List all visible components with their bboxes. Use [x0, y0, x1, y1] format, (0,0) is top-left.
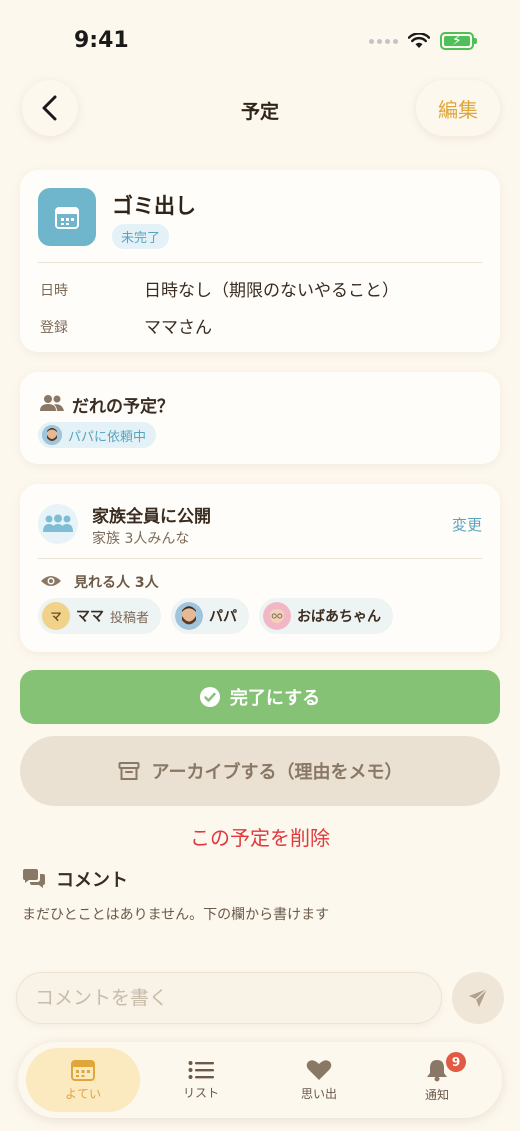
send-icon	[469, 988, 488, 1007]
notification-badge: 9	[446, 1052, 466, 1072]
task-card: ゴミ出し 未完了 日時 日時なし（期限のないやること） 登録 ママさん	[20, 170, 500, 352]
papa-avatar	[175, 602, 204, 630]
heart-icon	[306, 1059, 332, 1080]
registered-label: 登録	[40, 320, 68, 336]
viewer-role: 投稿者	[110, 610, 150, 626]
calendar-icon	[71, 1059, 95, 1081]
archive-box-icon	[118, 762, 140, 780]
complete-button[interactable]: 完了にする	[20, 670, 500, 724]
delete-button[interactable]: この予定を削除	[0, 822, 520, 851]
people-icon	[40, 395, 64, 411]
registered-value: ママさん	[144, 318, 212, 338]
share-subtitle: 家族 3人みんな	[92, 531, 190, 547]
whose-card[interactable]: だれの予定？ パパに依頼中	[20, 372, 500, 464]
assignee-label: パパに依頼中	[68, 429, 147, 445]
status-time: 9:41	[74, 28, 129, 53]
datetime-value: 日時なし（期限のないやること）	[144, 281, 399, 301]
list-icon	[188, 1060, 214, 1079]
viewer-name: おばあちゃん	[297, 609, 382, 625]
tab-memories[interactable]: 思い出	[262, 1048, 376, 1112]
tab-label: 通知	[424, 1087, 449, 1102]
viewer-chips: マ ママ 投稿者 パパ おばあちゃん	[38, 598, 394, 634]
tab-label: よてい	[64, 1086, 101, 1101]
tab-label: 思い出	[300, 1086, 337, 1101]
check-circle-icon	[199, 687, 220, 707]
status-icons: ⚡	[369, 32, 477, 50]
eye-icon	[41, 576, 61, 586]
assignee-badge[interactable]: パパに依頼中	[38, 422, 157, 448]
tab-bar: よてい リスト 思い出 通知 9	[18, 1042, 502, 1118]
viewer-chip-papa: パパ	[171, 598, 250, 634]
grandma-avatar	[263, 602, 292, 630]
signal-icon	[369, 38, 398, 44]
papa-avatar	[42, 425, 62, 445]
whose-title: だれの予定？	[72, 397, 174, 417]
divider	[38, 262, 482, 263]
viewer-chip-grandma: おばあちゃん	[259, 598, 394, 634]
tab-list[interactable]: リスト	[144, 1048, 258, 1112]
datetime-label: 日時	[40, 283, 68, 299]
viewer-name: パパ	[209, 609, 238, 625]
comment-heading: コメント	[22, 866, 128, 892]
viewer-chip-mama: マ ママ 投稿者	[38, 598, 162, 634]
comment-heading-label: コメント	[56, 870, 128, 891]
tab-notifications[interactable]: 通知 9	[380, 1048, 494, 1112]
mama-avatar: マ	[42, 602, 70, 630]
change-visibility-link[interactable]: 変更	[452, 514, 482, 535]
tab-schedule[interactable]: よてい	[26, 1048, 140, 1112]
calendar-icon	[38, 188, 96, 246]
status-badge: 未完了	[112, 224, 170, 249]
send-button[interactable]	[452, 972, 504, 1024]
share-card: 家族全員に公開 家族 3人みんな 変更 見れる人 3人 マ ママ 投稿者 パパ	[20, 484, 500, 652]
battery-icon: ⚡	[440, 32, 477, 50]
family-icon	[38, 504, 78, 544]
edit-button[interactable]: 編集	[416, 80, 500, 136]
share-title: 家族全員に公開	[92, 507, 211, 527]
tab-label: リスト	[182, 1085, 219, 1100]
viewer-name: ママ	[76, 609, 104, 625]
comment-input[interactable]	[16, 972, 442, 1024]
task-title: ゴミ出し	[112, 194, 196, 218]
archive-label: アーカイブする（理由をメモ）	[151, 762, 403, 783]
viewers-label: 見れる人 3人	[74, 575, 159, 591]
comment-empty-text: まだひとことはありません。下の欄から書けます	[22, 907, 330, 923]
wifi-icon	[408, 33, 430, 48]
divider	[38, 558, 482, 559]
archive-button[interactable]: アーカイブする（理由をメモ）	[20, 736, 500, 806]
complete-label: 完了にする	[229, 688, 321, 709]
speech-bubbles-icon	[23, 869, 45, 888]
